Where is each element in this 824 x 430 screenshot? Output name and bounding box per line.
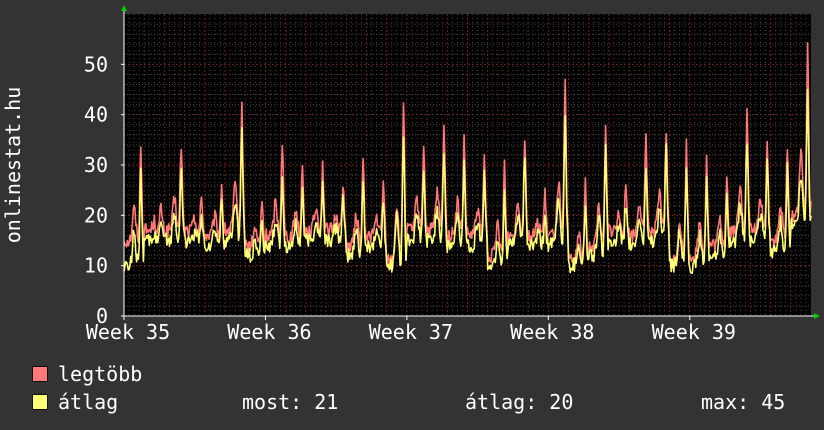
y-tick-label: 10 bbox=[84, 254, 108, 278]
y-tick-label: 20 bbox=[84, 203, 108, 227]
legend-swatch-max bbox=[32, 366, 48, 382]
x-tick-label: Week 39 bbox=[652, 320, 736, 344]
x-ticks: Week 35 Week 36 Week 37 Week 38 Week 39 bbox=[86, 316, 736, 344]
legend-swatch-avg bbox=[32, 394, 48, 410]
x-tick-label: Week 37 bbox=[369, 320, 453, 344]
y-axis-arrow bbox=[121, 5, 127, 11]
y-tick-label: 50 bbox=[84, 52, 108, 76]
legend-row-max: legtöbb bbox=[32, 363, 812, 385]
x-axis-arrow bbox=[814, 313, 820, 319]
stat-max: max: 45 bbox=[701, 390, 786, 414]
y-tick-label: 40 bbox=[84, 103, 108, 127]
stat-now: most: 21 bbox=[242, 390, 339, 414]
x-tick-label: Week 35 bbox=[86, 320, 170, 344]
legend-label-max: legtöbb bbox=[58, 362, 143, 386]
y-ticks: 01020304050 bbox=[84, 52, 124, 328]
y-axis-label: onlinestat.hu bbox=[1, 87, 25, 244]
x-tick-label: Week 38 bbox=[510, 320, 594, 344]
x-tick-label: Week 36 bbox=[227, 320, 311, 344]
legend-row-avg: átlag most: 21 átlag: 20 max: 45 bbox=[32, 391, 812, 413]
stat-avg: átlag: 20 bbox=[465, 390, 574, 414]
y-tick-label: 30 bbox=[84, 153, 108, 177]
legend-label-avg: átlag bbox=[58, 390, 119, 414]
